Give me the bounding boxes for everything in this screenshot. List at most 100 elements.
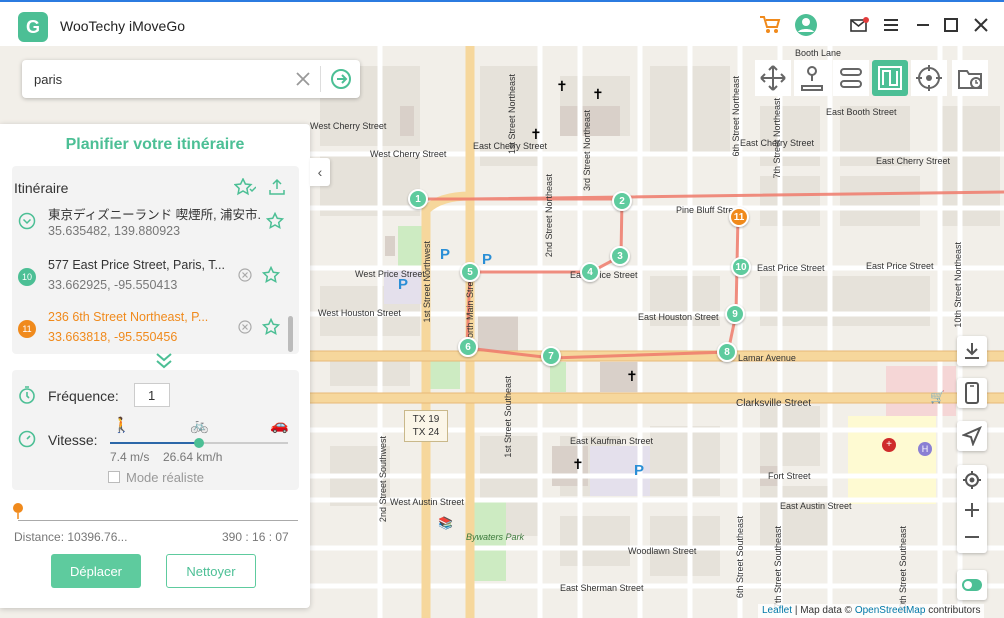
search-go-icon[interactable] xyxy=(330,68,352,90)
shield-label: TX 19 xyxy=(412,414,440,425)
two-spot-mode-button[interactable] xyxy=(833,60,869,96)
route-item-name: 東京ディズニーランド 喫煙所, 浦安市... xyxy=(48,208,262,222)
waypoint-marker[interactable]: 9 xyxy=(725,304,745,324)
church-icon: ✝ xyxy=(592,86,604,102)
street-label: West Cherry Street xyxy=(310,121,387,131)
waypoint-marker[interactable]: 1 xyxy=(408,189,428,209)
search-input[interactable] xyxy=(34,69,294,89)
speed-slider-thumb[interactable] xyxy=(194,438,204,448)
remove-icon[interactable] xyxy=(238,320,252,339)
favorite-star-icon[interactable] xyxy=(265,211,285,235)
remove-icon[interactable] xyxy=(238,268,252,287)
street-label: Woodlawn Street xyxy=(628,546,697,556)
direction-button[interactable] xyxy=(957,421,987,451)
mail-icon[interactable] xyxy=(846,12,872,38)
toggle-icon xyxy=(962,579,982,591)
multi-spot-mode-button[interactable] xyxy=(872,60,908,96)
route-item-coords: 35.635482, 139.880923 xyxy=(48,224,181,238)
toggle-button[interactable] xyxy=(957,570,987,600)
import-gpx-button[interactable] xyxy=(957,336,987,366)
street-label: East Sherman Street xyxy=(560,583,644,593)
street-label: East Booth Street xyxy=(826,107,897,117)
phone-icon xyxy=(965,382,979,404)
waypoint-marker[interactable]: 2 xyxy=(612,191,632,211)
shop-icon: 🛒 xyxy=(930,390,945,404)
divider xyxy=(320,66,321,92)
speed-slider-fill xyxy=(110,442,199,444)
waypoint-marker[interactable]: 4 xyxy=(580,262,600,282)
street-label: 1st Street Northeast xyxy=(507,74,517,155)
joystick-icon xyxy=(801,66,823,91)
church-icon: ✝ xyxy=(556,78,568,94)
waypoint-marker[interactable]: 7 xyxy=(541,346,561,366)
route-item[interactable]: 東京ディズニーランド 喫煙所, 浦安市... 35.635482, 139.88… xyxy=(12,204,292,248)
expand-chevron-icon[interactable] xyxy=(154,352,174,370)
realistic-mode-label: Mode réaliste xyxy=(126,470,205,485)
osm-link[interactable]: OpenStreetMap xyxy=(855,605,926,616)
street-label: 6th Street Southeast xyxy=(735,516,745,599)
search-bar xyxy=(22,60,360,98)
crosshair-mode-button[interactable] xyxy=(911,60,947,96)
street-label: East Price Street xyxy=(757,263,825,273)
car-icon[interactable]: 🚗 xyxy=(270,416,289,434)
maximize-icon[interactable] xyxy=(938,12,964,38)
route-item-selected[interactable]: 11 236 6th Street Northeast, P... 33.663… xyxy=(12,310,292,354)
history-button[interactable] xyxy=(952,60,988,96)
teleport-mode-button[interactable] xyxy=(755,60,791,96)
leaflet-link[interactable]: Leaflet xyxy=(762,605,792,616)
waypoint-marker[interactable]: 8 xyxy=(717,342,737,362)
menu-icon[interactable] xyxy=(878,12,904,38)
park-label: Bywaters Park xyxy=(466,532,525,542)
walk-icon[interactable]: 🚶 xyxy=(112,416,131,434)
street-label: East Austin Street xyxy=(780,501,852,511)
zoom-out-icon[interactable] xyxy=(962,527,982,547)
route-number-badge: 11 xyxy=(18,320,36,338)
parking-icon: P xyxy=(482,251,493,268)
collapse-panel-icon[interactable]: ‹ xyxy=(310,158,330,186)
road-icon xyxy=(840,68,862,88)
street-label: East Cherry Street xyxy=(876,156,951,166)
street-label: West Houston Street xyxy=(318,308,401,318)
progress-start-pin-icon xyxy=(12,502,24,525)
street-label: 3rd Street Northeast xyxy=(582,110,592,192)
upload-icon[interactable] xyxy=(268,178,286,196)
realistic-mode-checkbox[interactable] xyxy=(108,471,120,483)
minimize-icon[interactable] xyxy=(910,12,936,38)
attribution-text-end: contributors xyxy=(928,605,981,616)
route-list-scrollbar[interactable] xyxy=(288,316,293,352)
waypoint-marker[interactable]: 5 xyxy=(460,262,480,282)
user-avatar-icon[interactable] xyxy=(793,12,819,38)
move-button[interactable]: Déplacer xyxy=(51,554,141,588)
speed-slider-track[interactable] xyxy=(110,438,288,448)
route-number-badge: 10 xyxy=(18,268,36,286)
street-label: Booth Lane xyxy=(795,48,842,58)
jump-mode-button[interactable] xyxy=(794,60,830,96)
street-label: West Cherry Street xyxy=(370,149,447,159)
street-label: 10th Street Northeast xyxy=(953,242,963,328)
close-icon[interactable] xyxy=(968,12,994,38)
device-button[interactable] xyxy=(957,378,987,408)
street-label: 1st Street Southeast xyxy=(503,376,513,458)
clear-search-icon[interactable] xyxy=(294,70,312,88)
timer-icon xyxy=(18,386,36,409)
frequency-input[interactable]: 1 xyxy=(134,383,170,407)
locate-me-icon[interactable] xyxy=(962,470,982,490)
attribution-text: | Map data © xyxy=(794,605,853,616)
waypoint-marker-current[interactable]: 11 xyxy=(729,207,749,227)
street-label: 2nd Street Northeast xyxy=(544,174,554,258)
favorite-star-icon[interactable] xyxy=(261,317,281,341)
waypoint-marker[interactable]: 6 xyxy=(458,337,478,357)
waypoint-marker[interactable]: 10 xyxy=(731,257,751,277)
speed-label: Vitesse: xyxy=(48,432,98,448)
save-route-star-icon[interactable] xyxy=(233,177,257,196)
favorite-star-icon[interactable] xyxy=(261,265,281,289)
bike-icon[interactable]: 🚲 xyxy=(190,416,209,434)
zoom-control-group xyxy=(957,465,987,553)
waypoint-marker[interactable]: 3 xyxy=(610,246,630,266)
route-item[interactable]: 10 577 East Price Street, Paris, T... 33… xyxy=(12,258,292,302)
clear-button[interactable]: Nettoyer xyxy=(166,554,256,588)
cart-icon[interactable] xyxy=(757,12,783,38)
hospital-icon: + xyxy=(882,438,896,452)
zoom-in-icon[interactable] xyxy=(962,500,982,520)
parking-icon: P xyxy=(398,276,409,293)
